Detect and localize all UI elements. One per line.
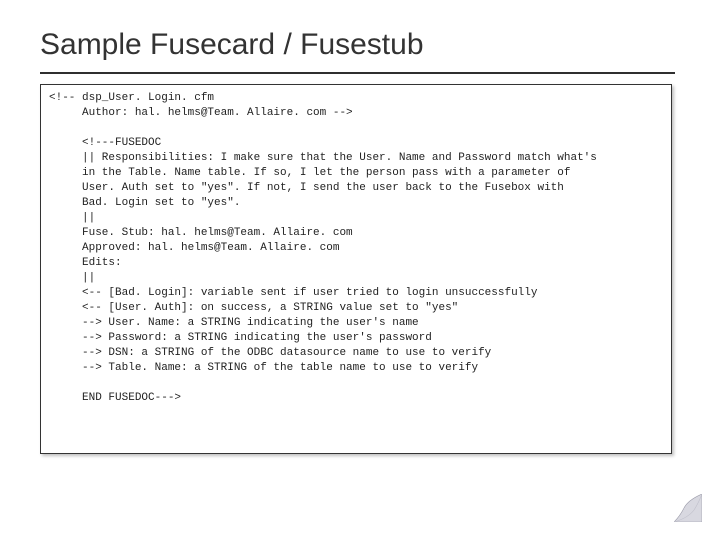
slide: Sample Fusecard / Fusestub <!-- dsp_User… [0, 0, 720, 540]
code-box: <!-- dsp_User. Login. cfm Author: hal. h… [40, 84, 672, 454]
code-block: <!-- dsp_User. Login. cfm Author: hal. h… [49, 91, 663, 406]
title-underline [40, 72, 675, 74]
page-title: Sample Fusecard / Fusestub [40, 28, 424, 62]
page-curl-icon [674, 494, 702, 522]
